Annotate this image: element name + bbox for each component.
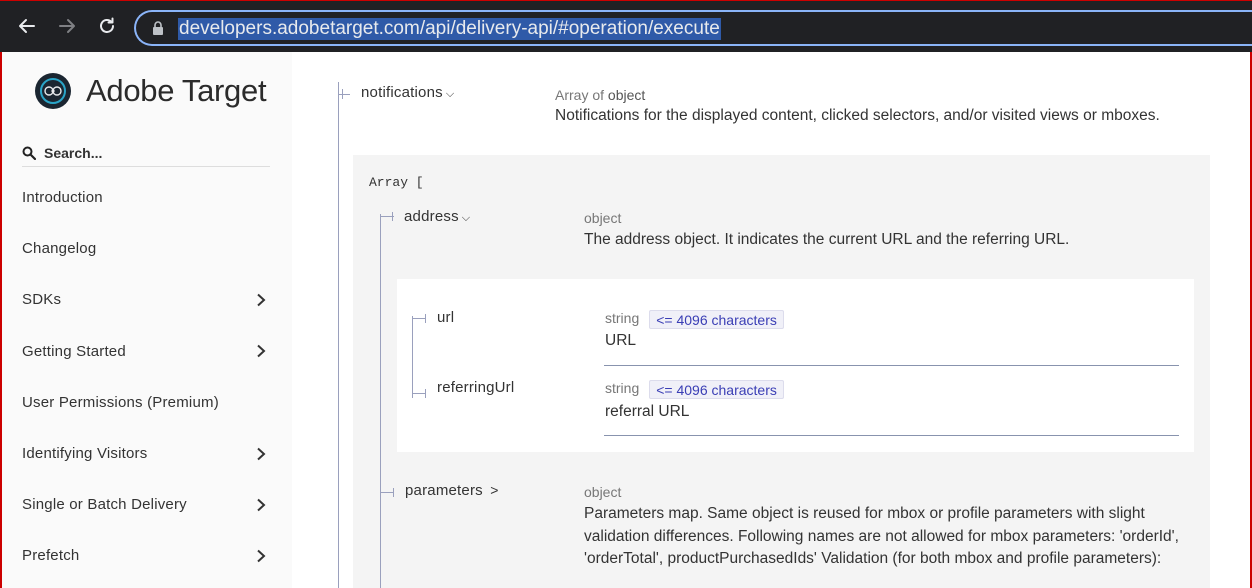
sidebar-item-label: Identifying Visitors [22, 445, 148, 463]
property-address[interactable]: address ⌵ [404, 208, 470, 225]
property-description: The address object. It indicates the cur… [584, 231, 1070, 248]
type-name: string [605, 380, 640, 397]
constraint-badge: <= 4096 characters [649, 310, 784, 329]
tree-tick [342, 89, 343, 99]
property-type: Array of object [555, 87, 645, 103]
reload-icon[interactable] [94, 13, 120, 39]
array-label: Array [ [369, 175, 424, 190]
tree-branch [412, 393, 426, 394]
constraint-badge: <= 4096 characters [649, 380, 784, 399]
sidebar-item-changelog[interactable]: Changelog [2, 223, 292, 274]
sidebar-item-sdks[interactable]: SDKs [2, 274, 292, 325]
sidebar-item-introduction[interactable]: Introduction [2, 172, 292, 223]
sidebar-item-label: Getting Started [22, 342, 126, 360]
sidebar-menu: Introduction Changelog SDKs Getting Star… [2, 172, 292, 582]
logo-text: Adobe Target [86, 73, 267, 108]
sidebar-item-single-or-batch-delivery[interactable]: Single or Batch Delivery [2, 479, 292, 530]
property-type: object [584, 210, 622, 226]
sidebar-item-label: Changelog [22, 240, 97, 258]
chevron-right-icon[interactable] [256, 498, 266, 512]
chevron-right-icon[interactable] [256, 344, 266, 358]
tree-branch [412, 318, 426, 319]
type-prefix: Array of [555, 87, 605, 103]
search-input[interactable] [44, 145, 244, 161]
tree-branch [338, 94, 350, 95]
property-description: URL [605, 332, 637, 349]
tree-tick [425, 314, 426, 323]
schema-content: notifications ⌵ Array of object Notificat… [292, 52, 1250, 588]
address-bar[interactable]: developers.adobetarget.com/api/delivery-… [134, 10, 1252, 46]
sidebar-item-prefetch[interactable]: Prefetch [2, 530, 292, 581]
sidebar-item-label: SDKs [22, 291, 62, 309]
property-description: referral URL [605, 403, 690, 420]
divider [604, 435, 1179, 436]
forward-arrow-icon[interactable] [54, 13, 80, 39]
sidebar-item-user-permissions[interactable]: User Permissions (Premium) [2, 377, 292, 428]
sidebar-item-label: Introduction [22, 189, 103, 207]
property-parameters[interactable]: parameters > [405, 482, 499, 499]
chevron-right-icon[interactable] [256, 549, 266, 563]
adobe-target-logo-icon [35, 73, 71, 109]
property-type: string <= 4096 characters [605, 310, 784, 329]
browser-toolbar: developers.adobetarget.com/api/delivery-… [0, 0, 1252, 52]
divider [604, 365, 1179, 366]
chevron-right-icon[interactable]: > [490, 482, 498, 498]
chevron-right-icon[interactable] [256, 447, 266, 461]
property-name: address [404, 208, 459, 225]
tree-tick [392, 212, 393, 221]
tree-tick [425, 389, 426, 398]
tree-line [412, 316, 413, 398]
url-text[interactable]: developers.adobetarget.com/api/delivery-… [178, 18, 721, 40]
search-icon [22, 146, 36, 160]
back-arrow-icon[interactable] [14, 13, 40, 39]
property-description: Parameters map. Same object is reused fo… [584, 505, 1179, 567]
property-notifications[interactable]: notifications ⌵ [361, 84, 454, 101]
type-name: object [607, 87, 646, 103]
type-name: string [605, 310, 640, 327]
tree-line [338, 82, 339, 588]
property-type: object [584, 484, 622, 500]
chevron-down-icon[interactable]: ⌵ [462, 212, 471, 225]
search-box[interactable] [22, 140, 270, 167]
sidebar-item-label: Prefetch [22, 547, 80, 565]
sidebar-item-label: Single or Batch Delivery [22, 496, 187, 514]
chevron-right-icon[interactable] [256, 293, 266, 307]
property-name: notifications [361, 84, 443, 101]
logo[interactable]: Adobe Target [35, 73, 267, 109]
lock-icon[interactable] [152, 21, 164, 40]
sidebar-item-label: User Permissions (Premium) [22, 393, 219, 411]
property-type: string <= 4096 characters [605, 380, 784, 399]
sidebar-item-identifying-visitors[interactable]: Identifying Visitors [2, 428, 292, 479]
property-referring-url[interactable]: referringUrl [437, 379, 514, 396]
property-url[interactable]: url [437, 309, 454, 326]
tree-line [380, 214, 381, 588]
property-description: Notifications for the displayed content,… [555, 107, 1160, 124]
sidebar-item-getting-started[interactable]: Getting Started [2, 326, 292, 377]
property-name: parameters [405, 482, 483, 499]
tree-branch [380, 492, 394, 493]
tree-tick [393, 488, 394, 497]
sidebar: Adobe Target Introduction Changelog SDKs… [2, 52, 292, 588]
chevron-down-icon[interactable]: ⌵ [446, 88, 455, 101]
